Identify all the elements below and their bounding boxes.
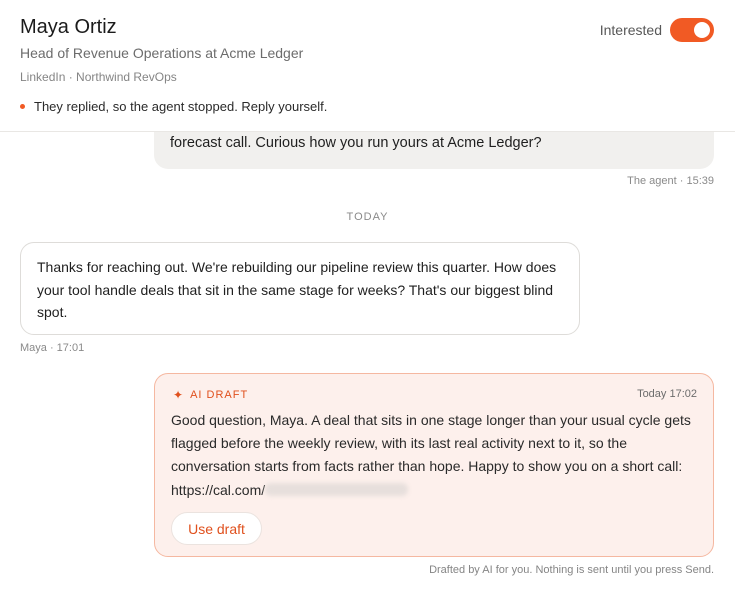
contact-name: Maya Ortiz (20, 16, 117, 38)
ai-draft-label: ✦ AI DRAFT (173, 388, 248, 402)
lead-message-text: Thanks for reaching out. We're rebuildin… (37, 259, 557, 320)
redacted-link (265, 482, 409, 496)
lead-message-meta: Maya · 17:01 (20, 342, 85, 354)
notice-dot-icon (20, 104, 25, 109)
agent-message-text: forecast call. Curious how you run yours… (170, 135, 542, 151)
date-divider: TODAY (346, 211, 389, 223)
ai-draft-text[interactable]: Good question, Maya. A deal that sits in… (171, 409, 701, 502)
ai-draft-time: Today 17:02 (637, 388, 697, 400)
ai-draft-label-text: AI DRAFT (190, 389, 249, 401)
toggle-knob (694, 22, 710, 38)
contact-source: LinkedIn · Northwind RevOps (20, 70, 177, 84)
use-draft-button[interactable]: Use draft (171, 512, 262, 545)
ai-draft-body: Good question, Maya. A deal that sits in… (171, 412, 691, 498)
sparkle-icon: ✦ (173, 388, 185, 402)
contact-header: Maya Ortiz Head of Revenue Operations at… (0, 0, 735, 132)
agent-stopped-notice: They replied, so the agent stopped. Repl… (20, 99, 327, 114)
ai-draft-card: ✦ AI DRAFT Today 17:02 Good question, Ma… (154, 373, 714, 557)
status-label: Interested (599, 22, 662, 38)
draft-footnote: Drafted by AI for you. Nothing is sent u… (429, 564, 714, 576)
agent-message-meta: The agent · 15:39 (627, 175, 714, 187)
interested-toggle[interactable] (670, 18, 714, 42)
lead-message-bubble: Thanks for reaching out. We're rebuildin… (20, 242, 580, 335)
contact-role: Head of Revenue Operations at Acme Ledge… (20, 45, 304, 61)
notice-text: They replied, so the agent stopped. Repl… (34, 99, 328, 114)
